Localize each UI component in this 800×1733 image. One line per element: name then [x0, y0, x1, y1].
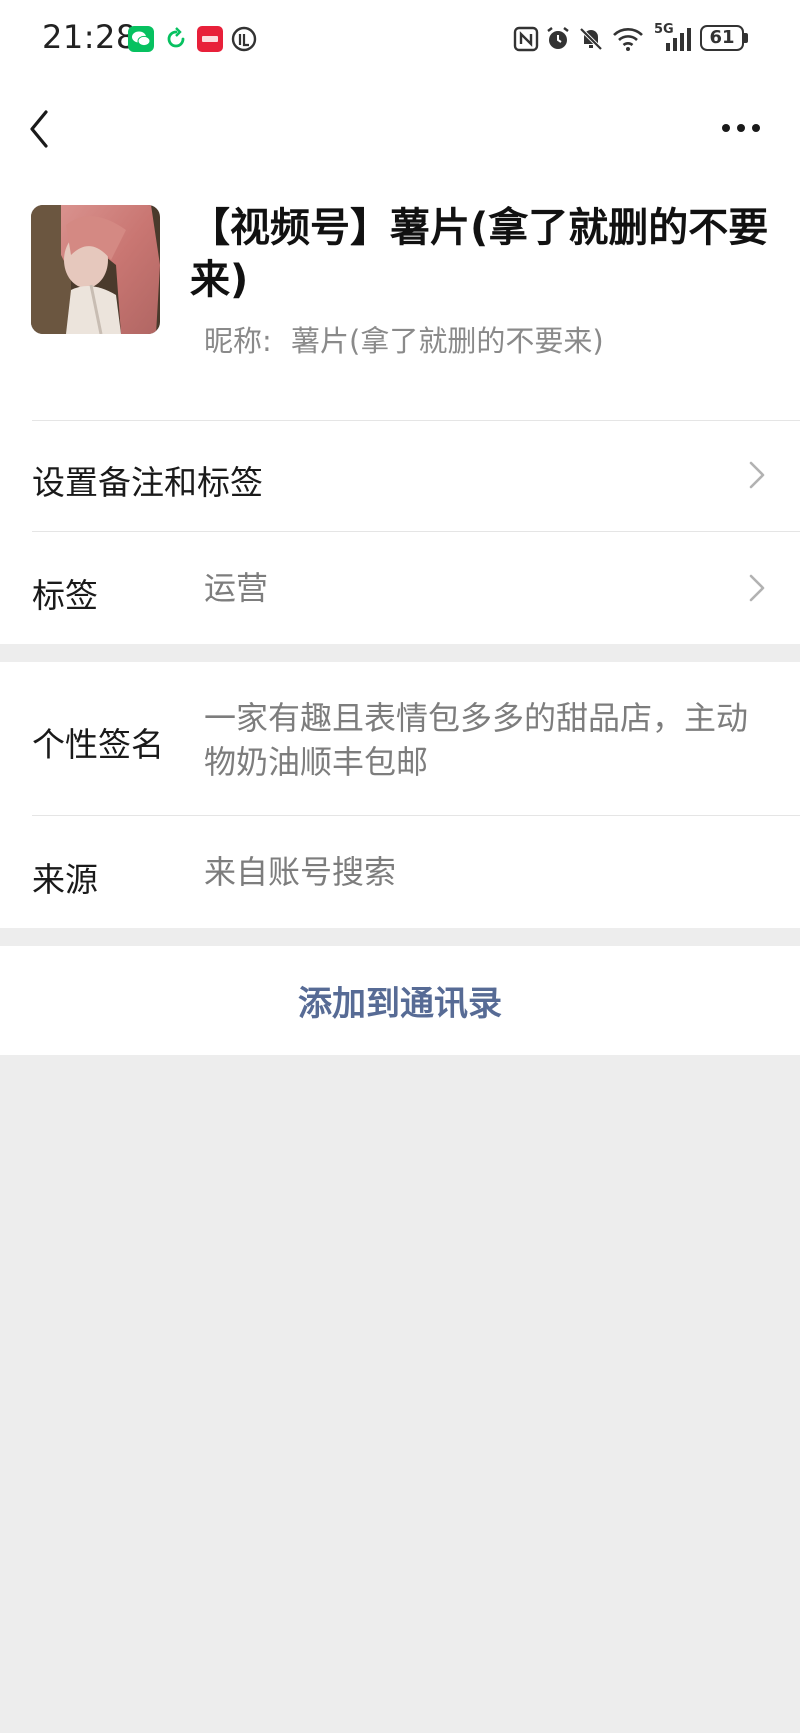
sync-icon [167, 27, 185, 48]
remark-tags-section: 设置备注和标签 标签 运营 [0, 420, 800, 644]
tags-value: 运营 [204, 569, 269, 607]
source-value: 来自账号搜索 [204, 853, 397, 891]
source-row: 来源 来自账号搜索 [0, 816, 800, 928]
battery-level: 61 [709, 27, 735, 48]
signature-row: 个性签名 一家有趣且表情包多多的甜品店，主动物奶油顺丰包邮 [0, 662, 800, 815]
status-time: 21:28 [42, 18, 137, 56]
nav-bar [0, 80, 800, 190]
avatar[interactable] [31, 205, 160, 334]
set-remark-row[interactable]: 设置备注和标签 [0, 420, 800, 531]
signal-icon [666, 28, 691, 51]
chevron-right-icon [749, 461, 765, 489]
wifi-icon [613, 28, 643, 51]
status-bar: 21:28 5G 61 [0, 0, 800, 80]
signature-value: 一家有趣且表情包多多的甜品店，主动物奶油顺丰包邮 [204, 699, 749, 781]
action-section: 添加到通讯录 [0, 946, 800, 1055]
profile-title: 【视频号】薯片(拿了就删的不要来) [190, 205, 769, 303]
tags-label: 标签 [32, 576, 98, 615]
alarm-icon [547, 27, 569, 49]
chevron-right-icon [749, 574, 765, 602]
info-section: 个性签名 一家有趣且表情包多多的甜品店，主动物奶油顺丰包邮 来源 来自账号搜索 [0, 662, 800, 928]
app-badge-icon [197, 26, 223, 52]
battery-icon: 61 [700, 25, 748, 53]
mute-icon [579, 27, 603, 51]
vpn-icon [231, 26, 257, 52]
nickname-row: 昵称: 薯片(拿了就删的不要来) [204, 318, 604, 360]
more-icon[interactable] [718, 108, 764, 148]
source-label: 来源 [32, 860, 98, 899]
tags-row[interactable]: 标签 运营 [0, 532, 800, 644]
nickname-value: 薯片(拿了就删的不要来) [291, 324, 604, 358]
nickname-label: 昵称: [204, 324, 272, 358]
signature-label: 个性签名 [32, 725, 164, 764]
set-remark-label: 设置备注和标签 [32, 463, 263, 502]
wechat-icon [128, 26, 154, 52]
add-to-contacts-button[interactable]: 添加到通讯录 [0, 946, 800, 1055]
chevron-left-icon[interactable] [24, 106, 54, 152]
nfc-icon [513, 26, 539, 52]
profile-header: 【视频号】薯片(拿了就删的不要来) 昵称: 薯片(拿了就删的不要来) [0, 190, 800, 420]
